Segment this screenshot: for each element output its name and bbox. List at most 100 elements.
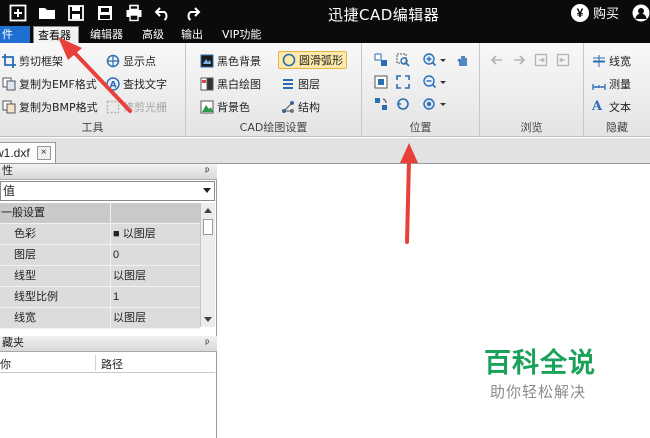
smooth-arc-icon [282,53,296,67]
zoom-extents-icon[interactable] [372,73,390,91]
scroll-down-icon[interactable] [204,317,212,322]
property-row-color[interactable]: 色彩 ■ 以图层 [0,224,200,245]
text-button[interactable]: A 文本 [592,98,631,116]
watermark-subtitle: 助你轻松解决 [490,383,587,401]
zoom-window-icon[interactable] [394,51,412,69]
structure-icon [282,101,294,113]
scroll-thumb[interactable] [203,219,213,235]
group-cad-settings-label: CAD绘图设置 [239,121,308,134]
black-background-button[interactable]: 黑色背景 [200,52,261,70]
document-tab-strip: w1.dxf × [0,138,650,164]
property-key: 图层 [14,249,36,261]
copy-emf-button[interactable]: 复制为EMF格式 [2,75,97,93]
pin-icon[interactable]: ᵖ [205,164,209,179]
group-browse: 浏览 [480,43,584,137]
svg-text:A: A [110,81,117,91]
property-row-layer[interactable]: 图层 0 [0,245,200,266]
layers-label: 图层 [298,78,320,91]
forward-arrow-icon[interactable] [510,51,528,69]
tab-advanced[interactable]: 高级 [138,26,168,43]
group-tools-label: 工具 [81,121,104,134]
property-row-lineweight[interactable]: 线宽 以图层 [0,308,200,329]
property-value: 0 [110,245,200,265]
column-divider[interactable] [95,355,96,371]
ribbon-tabs: 件 查看器 编辑器 高级 输出 VIP功能 [0,26,650,43]
copy-bmp-label: 复制为BMP格式 [19,101,98,114]
trim-raster-button[interactable]: 修剪光栅 [106,98,167,116]
zoom-previous-icon[interactable] [394,95,412,113]
back-arrow-icon[interactable] [488,51,506,69]
new-file-icon[interactable] [8,3,28,23]
property-value [110,203,200,223]
favorites-column-header: 你 路径 [0,353,215,373]
column-name[interactable]: 你 [0,356,11,372]
measure-button[interactable]: 测量 [592,75,631,93]
rotate-view-icon[interactable] [372,95,390,113]
scroll-up-icon[interactable] [204,208,212,213]
fit-window-icon[interactable] [372,51,390,69]
group-tools: 剪切框架 复制为EMF格式 复制为BMP格式 显示点 A 查找文字 修剪光栅 工… [0,43,186,137]
tab-file[interactable]: 件 [0,26,30,43]
chevron-down-icon [203,188,211,193]
tab-output[interactable]: 输出 [177,26,207,43]
trim-raster-label: 修剪光栅 [123,101,167,114]
properties-selector-value: 值 [3,184,16,198]
show-points-button[interactable]: 显示点 [106,52,156,70]
close-tab-icon[interactable]: × [36,146,51,160]
pan-hand-icon[interactable] [454,51,472,69]
layers-button[interactable]: 图层 [281,75,320,93]
property-category[interactable]: 一般设置 [0,203,200,224]
crop-icon [2,54,16,68]
tab-viewer[interactable]: 查看器 [33,26,79,43]
watermark-title: 百科全说 [484,348,596,379]
clip-frame-button[interactable]: 剪切框架 [2,52,63,70]
redo-icon[interactable] [182,3,202,23]
properties-selector[interactable]: 值 [0,181,215,201]
background-color-icon [200,100,214,114]
background-color-label: 背景色 [217,101,250,114]
view-options-icon[interactable] [422,95,448,113]
properties-grid: 一般设置 色彩 ■ 以图层 图层 0 线型 以图层 线型比例 1 线宽 以图层 [0,203,200,329]
measure-label: 测量 [609,78,631,91]
column-path[interactable]: 路径 [101,356,123,372]
show-points-label: 显示点 [123,55,156,68]
black-background-icon [200,54,214,68]
property-row-linetype[interactable]: 线型 以图层 [0,266,200,287]
background-color-button[interactable]: 背景色 [200,98,250,116]
group-hidden-label: 隐藏 [606,121,628,134]
bw-drawing-button[interactable]: 黑白绘图 [200,75,261,93]
copy-bitmap-icon [2,100,16,114]
pin-icon[interactable]: ᵖ [205,336,209,351]
property-value: 1 [110,287,200,307]
page-forward-icon[interactable] [532,51,550,69]
page-back-icon[interactable] [554,51,572,69]
find-text-button[interactable]: A 查找文字 [106,75,167,93]
open-folder-icon[interactable] [37,3,57,23]
layers-icon [283,79,293,89]
copy-icon [2,77,16,91]
tab-vip[interactable]: VIP功能 [218,26,265,43]
user-account-icon[interactable] [632,4,650,25]
zoom-out-icon[interactable] [422,73,448,91]
group-position-label: 位置 [409,121,432,134]
structure-button[interactable]: 结构 [281,98,320,116]
group-cad-settings: 黑色背景 黑白绘图 背景色 圆滑弧形 图层 结构 CAD绘图设置 [186,43,362,137]
document-tab[interactable]: w1.dxf × [0,142,56,163]
undo-icon[interactable] [153,3,173,23]
fit-drawing-icon[interactable] [394,73,412,91]
smooth-arc-button[interactable]: 圆滑弧形 [278,51,347,69]
property-value: 以图层 [110,266,200,286]
black-white-icon [200,77,214,91]
properties-scrollbar[interactable] [200,203,215,327]
zoom-in-icon[interactable] [422,51,448,69]
tab-editor[interactable]: 编辑器 [86,26,127,43]
trim-raster-icon [106,100,120,114]
save-as-icon[interactable] [95,3,115,23]
property-row-linetype-scale[interactable]: 线型比例 1 [0,287,200,308]
save-icon[interactable] [66,3,86,23]
group-hidden: 线宽 测量 A 文本 隐藏 [584,43,650,137]
line-width-button[interactable]: 线宽 [592,52,631,70]
copy-bmp-button[interactable]: 复制为BMP格式 [2,98,98,116]
print-icon[interactable] [124,3,144,23]
buy-button[interactable]: ¥ 购买 [571,3,619,22]
